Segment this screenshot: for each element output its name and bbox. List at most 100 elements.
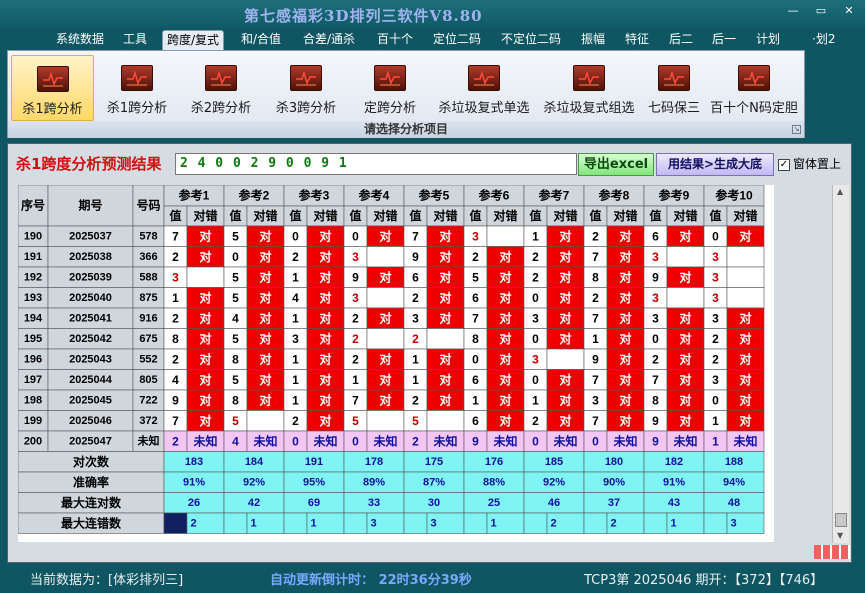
- value-text: 9: [352, 270, 359, 284]
- menu-item-5[interactable]: 百十个: [373, 30, 417, 50]
- menu-item-8[interactable]: 振幅: [577, 30, 609, 50]
- stat-marker-cell: [703, 512, 728, 534]
- menu-item-11[interactable]: 后一: [708, 30, 740, 50]
- hit-text: 对: [619, 228, 631, 243]
- vertical-scrollbar[interactable]: ▲ ▼: [832, 185, 849, 543]
- hit-text: 对: [619, 310, 631, 325]
- value-text: 7: [352, 393, 359, 407]
- value-text: 2: [472, 250, 479, 264]
- ribbon-button-label: 杀垃圾复式组选: [543, 101, 635, 116]
- predict-value-text: 2: [412, 434, 419, 448]
- hit-text: 对: [559, 372, 571, 387]
- row-header-text: 196: [24, 353, 42, 365]
- ribbon-button-4[interactable]: 定跨分析: [350, 55, 430, 121]
- value-text: 1: [472, 393, 479, 407]
- menu-item-10[interactable]: 后二: [665, 30, 697, 50]
- row-header-text: 372: [139, 415, 157, 427]
- generate-base-button[interactable]: 用结果>生成大底: [656, 153, 774, 176]
- hit-text: 对: [559, 392, 571, 407]
- value-text: 8: [172, 332, 179, 346]
- chart-icon: [573, 65, 605, 91]
- ribbon-button-6[interactable]: 杀垃圾复式组选: [538, 55, 640, 121]
- value-text: 9: [592, 352, 599, 366]
- menu-item-6[interactable]: 定位二码: [429, 30, 485, 50]
- value-text: 0: [232, 250, 239, 264]
- sub-header-result-label: 对错: [613, 208, 637, 223]
- stat-value: 69: [308, 497, 320, 509]
- stat-value: 46: [548, 497, 560, 509]
- row-header-text: 805: [139, 374, 157, 386]
- predict-header-text: 2025047: [69, 435, 112, 447]
- on-top-label: 窗体置上: [793, 157, 842, 171]
- stat-value: 33: [368, 497, 380, 509]
- hit-text: 对: [619, 249, 631, 264]
- value-text: 2: [292, 414, 299, 428]
- hit-text: 对: [319, 351, 331, 366]
- chart-icon: [468, 65, 500, 91]
- value-text: 2: [532, 270, 539, 284]
- stat-marker-cell: [163, 512, 188, 534]
- value-text: 0: [532, 332, 539, 346]
- hit-text: 对: [319, 392, 331, 407]
- hit-text: 对: [439, 392, 451, 407]
- ribbon-button-0[interactable]: 杀1跨分析: [11, 55, 94, 121]
- menu-item-13[interactable]: ·划2: [808, 30, 839, 50]
- value-text: 5: [232, 414, 239, 428]
- value-text: 0: [532, 291, 539, 305]
- value-text: 1: [292, 373, 299, 387]
- value-text: 2: [352, 332, 359, 346]
- ribbon-button-1[interactable]: 杀1跨分析: [97, 55, 177, 121]
- menu-item-2[interactable]: 跨度/复式: [162, 30, 225, 50]
- menu-item-4[interactable]: 合差/通杀: [299, 30, 359, 50]
- scroll-down-icon[interactable]: ▼: [837, 531, 843, 540]
- row-header-text: 199: [24, 415, 42, 427]
- ribbon-button-8[interactable]: 百十个N码定胆: [708, 55, 800, 121]
- value-text: 5: [232, 291, 239, 305]
- stat-marker-cell: [343, 512, 368, 534]
- hit-text: 对: [259, 372, 271, 387]
- ribbon-button-7[interactable]: 七码保三: [642, 55, 706, 121]
- menu-item-3[interactable]: 和/合值: [237, 30, 285, 50]
- sub-header-value-label: 值: [649, 208, 661, 223]
- export-excel-button[interactable]: 导出excel: [578, 153, 654, 176]
- hit-text: 对: [559, 331, 571, 346]
- hit-text: 对: [679, 351, 691, 366]
- ribbon-button-3[interactable]: 杀3跨分析: [265, 55, 347, 121]
- scroll-thumb[interactable]: [835, 513, 847, 527]
- scroll-up-icon[interactable]: ▲: [837, 187, 843, 196]
- row-header-text: 552: [139, 353, 157, 365]
- menu-item-9[interactable]: 特征: [621, 30, 653, 50]
- stat-label: 对次数: [73, 454, 110, 469]
- hit-text: 对: [499, 310, 511, 325]
- hit-text: 对: [259, 290, 271, 305]
- hit-text: 对: [199, 290, 211, 305]
- menu-item-1[interactable]: 工具: [119, 30, 151, 50]
- value-text: 7: [592, 373, 599, 387]
- hit-text: 对: [619, 372, 631, 387]
- ref-header-label: 参考4: [359, 188, 390, 203]
- predict-result-text: 未知: [492, 433, 517, 448]
- ribbon-button-2[interactable]: 杀2跨分析: [180, 55, 262, 121]
- ribbon-button-5[interactable]: 杀垃圾复式单选: [432, 55, 536, 121]
- sub-header-result-label: 对错: [193, 208, 217, 223]
- result-cell: [426, 328, 465, 350]
- value-text: 7: [172, 414, 179, 428]
- result-cell: [726, 266, 765, 288]
- minimize-button[interactable]: —: [782, 3, 804, 19]
- result-value-field[interactable]: 2 4 0 0 2 9 0 0 9 1: [175, 153, 577, 175]
- result-cell: [726, 287, 765, 309]
- close-button[interactable]: ✕: [838, 3, 860, 19]
- on-top-checkbox[interactable]: ✓ 窗体置上: [778, 155, 841, 172]
- hit-text: 对: [559, 290, 571, 305]
- app-title: 第七感福彩3D排列三软件V8.80: [244, 7, 483, 25]
- hit-text: 对: [259, 269, 271, 284]
- menu-item-12[interactable]: 计划: [752, 30, 784, 50]
- ribbon-expand-icon[interactable]: ↘: [792, 125, 801, 134]
- predict-result-text: 未知: [732, 433, 757, 448]
- maximize-button[interactable]: ▭: [810, 3, 832, 19]
- menu-item-7[interactable]: 不定位二码: [497, 30, 565, 50]
- hit-text: 对: [739, 331, 751, 346]
- predict-value-text: 1: [712, 434, 719, 448]
- menu-item-0[interactable]: 系统数据: [52, 30, 108, 50]
- predict-value-text: 0: [592, 434, 599, 448]
